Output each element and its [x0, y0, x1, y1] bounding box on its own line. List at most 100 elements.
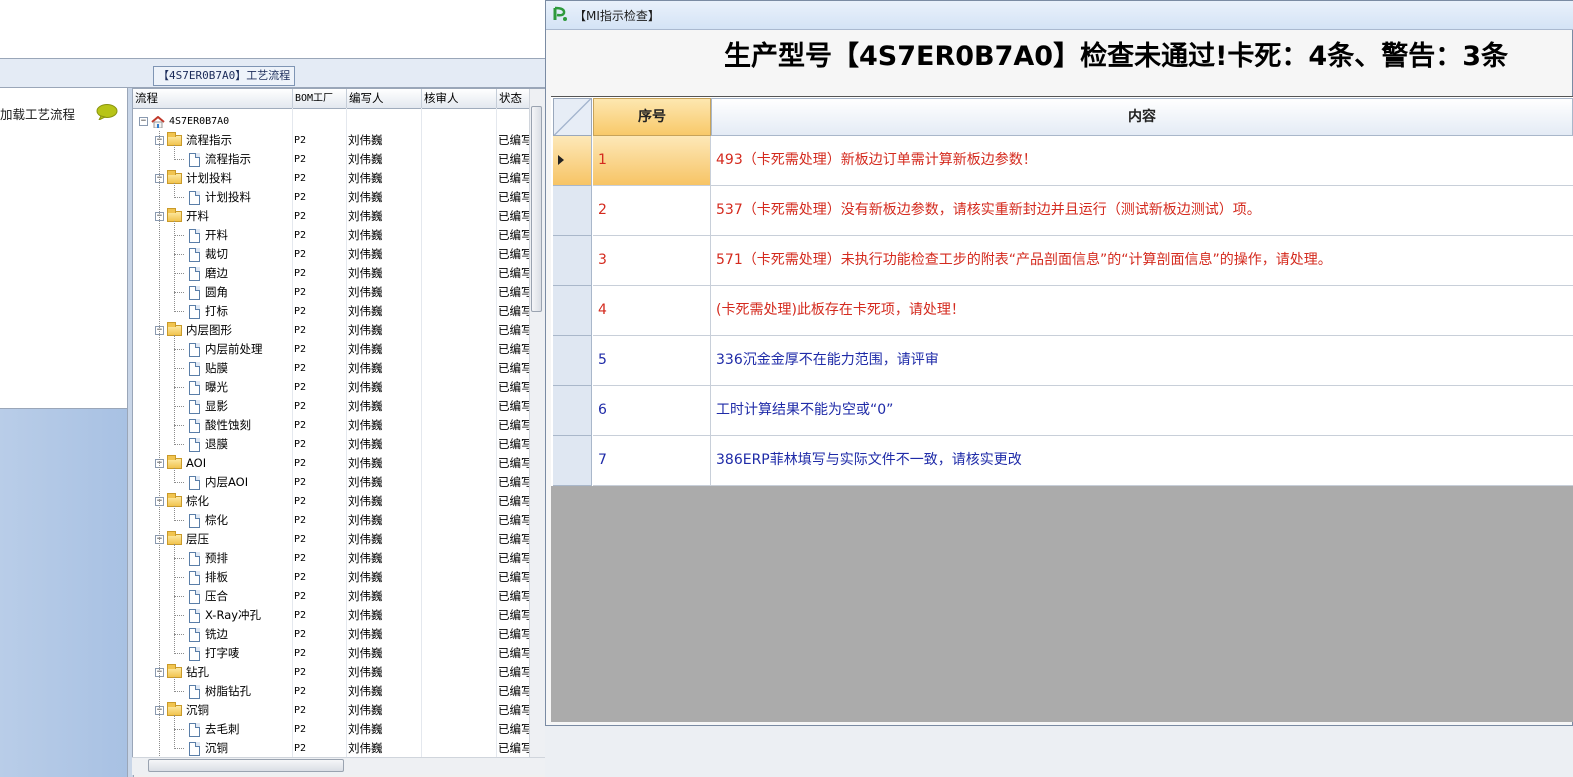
background-window-strip	[545, 726, 1573, 777]
tree-folder-row[interactable]: − 计划投料 P2 刘伟巍 已编写	[133, 169, 533, 188]
status-cell: 已编写	[498, 722, 531, 736]
col-header-no[interactable]: 序号	[593, 98, 711, 136]
tree-connector	[174, 653, 184, 654]
bom-cell: P2	[294, 553, 307, 564]
row-header[interactable]	[553, 186, 592, 236]
document-icon	[189, 304, 200, 319]
tree-folder-row[interactable]: − 流程指示 P2 刘伟巍 已编写	[133, 131, 533, 150]
tree-item-row[interactable]: 铣边 P2 刘伟巍 已编写	[133, 625, 533, 644]
tree-connector	[174, 468, 175, 483]
tree-item-row[interactable]: 树脂钻孔 P2 刘伟巍 已编写	[133, 682, 533, 701]
tree-connector	[174, 273, 184, 274]
col-header-writer[interactable]: 编写人	[347, 89, 422, 108]
tree-node-label: 退膜	[205, 437, 228, 451]
bom-cell: P2	[294, 173, 307, 184]
tree-item-row[interactable]: 流程指示 P2 刘伟巍 已编写	[133, 150, 533, 169]
status-cell: 已编写	[498, 228, 531, 242]
status-cell: 已编写	[498, 209, 531, 223]
tree-root-row[interactable]: − 4S7ER0B7A0	[133, 112, 533, 131]
row-number-cell[interactable]: 2	[593, 186, 711, 236]
tree-item-row[interactable]: 内层前处理 P2 刘伟巍 已编写	[133, 340, 533, 359]
status-cell: 已编写	[498, 133, 531, 147]
tree-folder-row[interactable]: − 沉铜 P2 刘伟巍 已编写	[133, 701, 533, 720]
writer-cell: 刘伟巍	[348, 608, 383, 622]
tree-connector	[174, 406, 184, 407]
tree-item-row[interactable]: 贴膜 P2 刘伟巍 已编写	[133, 359, 533, 378]
status-cell: 已编写	[498, 323, 531, 337]
row-header[interactable]	[553, 286, 592, 336]
document-icon	[189, 380, 200, 395]
writer-cell: 刘伟巍	[348, 475, 383, 489]
bom-cell: P2	[294, 743, 307, 754]
tree-item-row[interactable]: 磨边 P2 刘伟巍 已编写	[133, 264, 533, 283]
tree-item-row[interactable]: 去毛刺 P2 刘伟巍 已编写	[133, 720, 533, 739]
status-cell: 已编写	[498, 437, 531, 451]
tree-item-row[interactable]: 显影 P2 刘伟巍 已编写	[133, 397, 533, 416]
chat-bubble-icon[interactable]	[96, 104, 118, 120]
tree-item-row[interactable]: 棕化 P2 刘伟巍 已编写	[133, 511, 533, 530]
tree-item-row[interactable]: 内层AOI P2 刘伟巍 已编写	[133, 473, 533, 492]
row-number-cell[interactable]: 7	[593, 436, 711, 486]
row-content-cell[interactable]: (卡死需处理)此板存在卡死项，请处理！	[711, 286, 1573, 336]
col-header-reviewer[interactable]: 核审人	[422, 89, 497, 108]
tree-item-row[interactable]: 压合 P2 刘伟巍 已编写	[133, 587, 533, 606]
row-content-cell[interactable]: 工时计算结果不能为空或“0”	[711, 386, 1573, 436]
home-icon	[151, 115, 165, 128]
status-cell: 已编写	[498, 608, 531, 622]
bom-cell: P2	[294, 724, 307, 735]
process-tab[interactable]: 【4S7ER0B7A0】工艺流程	[153, 66, 296, 86]
tree-item-row[interactable]: 打标 P2 刘伟巍 已编写	[133, 302, 533, 321]
tree-folder-row[interactable]: − 钻孔 P2 刘伟巍 已编写	[133, 663, 533, 682]
row-header[interactable]	[553, 236, 592, 286]
row-content-cell[interactable]: 386ERP菲林填写与实际文件不一致，请核实更改	[711, 436, 1573, 486]
bom-cell: P2	[294, 230, 307, 241]
col-header-bom[interactable]: BOM工厂	[293, 89, 347, 108]
tree-connector	[174, 691, 184, 692]
col-header-content[interactable]: 内容	[711, 98, 1573, 136]
bom-cell: P2	[294, 496, 307, 507]
dialog-titlebar[interactable]	[546, 1, 1573, 30]
table-select-all-corner[interactable]	[553, 98, 592, 136]
tree-folder-row[interactable]: − 层压 P2 刘伟巍 已编写	[133, 530, 533, 549]
tree-item-row[interactable]: 打字唛 P2 刘伟巍 已编写	[133, 644, 533, 663]
status-cell: 已编写	[498, 285, 531, 299]
tree-node-label: 内层图形	[186, 323, 232, 337]
tree-folder-row[interactable]: − 内层图形 P2 刘伟巍 已编写	[133, 321, 533, 340]
row-number-cell[interactable]: 6	[593, 386, 711, 436]
row-content-cell[interactable]: 493（卡死需处理）新板边订单需计算新板边参数！	[711, 136, 1573, 186]
tree-item-row[interactable]: 裁切 P2 刘伟巍 已编写	[133, 245, 533, 264]
tree-folder-row[interactable]: − 棕化 P2 刘伟巍 已编写	[133, 492, 533, 511]
tree-node-label: 酸性蚀刻	[205, 418, 251, 432]
row-content-cell[interactable]: 571（卡死需处理）未执行功能检查工步的附表“产品剖面信息”的“计算剖面信息”的…	[711, 236, 1573, 286]
row-header[interactable]	[553, 436, 592, 486]
row-content-cell[interactable]: 537（卡死需处理）没有新板边参数，请核实重新封边并且运行（测试新板边测试）项。	[711, 186, 1573, 236]
tree-item-row[interactable]: 计划投料 P2 刘伟巍 已编写	[133, 188, 533, 207]
bom-cell: P2	[294, 211, 307, 222]
tree-item-row[interactable]: 酸性蚀刻 P2 刘伟巍 已编写	[133, 416, 533, 435]
tree-item-row[interactable]: 预排 P2 刘伟巍 已编写	[133, 549, 533, 568]
tree-folder-row[interactable]: − AOI P2 刘伟巍 已编写	[133, 454, 533, 473]
writer-cell: 刘伟巍	[348, 285, 383, 299]
tree-item-row[interactable]: X-Ray冲孔 P2 刘伟巍 已编写	[133, 606, 533, 625]
row-content-cell[interactable]: 336沉金金厚不在能力范围，请评审	[711, 336, 1573, 386]
row-number-cell[interactable]: 5	[593, 336, 711, 386]
row-number-cell[interactable]: 3	[593, 236, 711, 286]
grid-horizontal-scroll-thumb[interactable]	[148, 759, 344, 772]
row-header[interactable]	[553, 336, 592, 386]
tree-item-row[interactable]: 曝光 P2 刘伟巍 已编写	[133, 378, 533, 397]
tree-folder-row[interactable]: − 开料 P2 刘伟巍 已编写	[133, 207, 533, 226]
collapse-toggle-icon[interactable]: −	[139, 117, 148, 126]
tree-node-label: 内层前处理	[205, 342, 263, 356]
tree-item-row[interactable]: 开料 P2 刘伟巍 已编写	[133, 226, 533, 245]
bom-cell: P2	[294, 515, 307, 526]
grid-vertical-scroll-thumb[interactable]	[531, 106, 542, 312]
row-number-cell[interactable]: 4	[593, 286, 711, 336]
writer-cell: 刘伟巍	[348, 342, 383, 356]
row-header[interactable]	[553, 386, 592, 436]
row-number-cell[interactable]: 1	[593, 136, 711, 186]
col-header-process[interactable]: 流程	[133, 89, 293, 108]
tree-item-row[interactable]: 排板 P2 刘伟巍 已编写	[133, 568, 533, 587]
tree-item-row[interactable]: 退膜 P2 刘伟巍 已编写	[133, 435, 533, 454]
tree-item-row[interactable]: 圆角 P2 刘伟巍 已编写	[133, 283, 533, 302]
tree-item-row[interactable]: 沉铜 P2 刘伟巍 已编写	[133, 739, 533, 758]
